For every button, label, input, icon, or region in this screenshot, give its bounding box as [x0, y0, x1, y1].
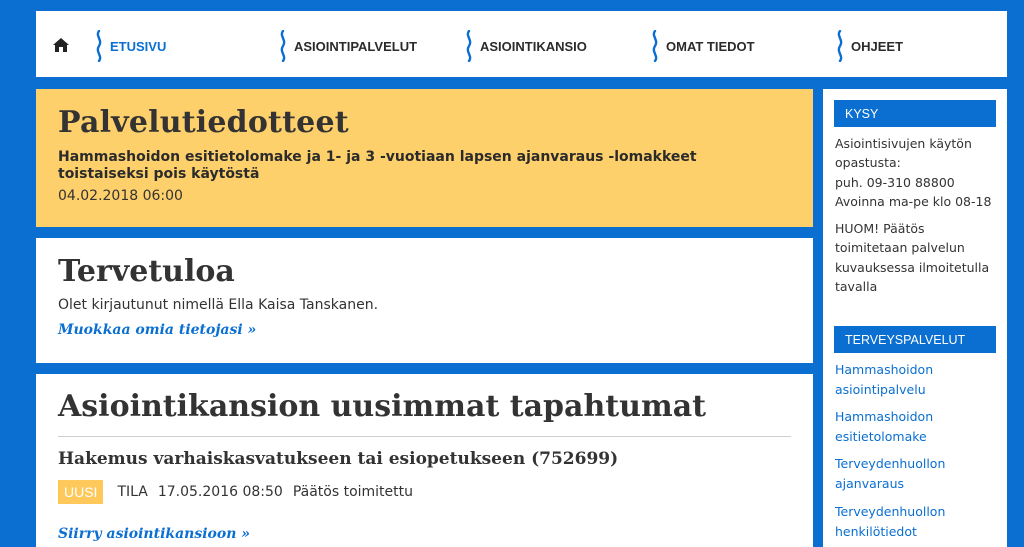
dental-form-link[interactable]: Hammashoidon esitietolomake: [835, 407, 1003, 446]
logged-in-text: Olet kirjautunut nimellä Ella Kaisa Tans…: [58, 297, 379, 313]
event-date: 17.05.2016 08:50: [157, 484, 283, 500]
nav-label: ASIOINTIPALVELUT: [294, 38, 418, 54]
health-services-heading: TERVEYSPALVELUT: [834, 326, 996, 353]
wave-divider-icon: [466, 30, 472, 62]
event-status: Päätös toimitettu: [292, 484, 414, 500]
wave-divider-icon: [280, 30, 286, 62]
events-title: Asiointikansion uusimmat tapahtumat: [58, 389, 706, 424]
divider: [58, 436, 791, 437]
nav-label: OMAT TIEDOT: [666, 38, 755, 54]
ask-line: Avoinna ma-pe klo 08-18: [835, 193, 992, 209]
new-badge: UUSI: [58, 480, 104, 504]
link-line: ajanvaraus: [835, 475, 905, 491]
notice-timestamp: 04.02.2018 06:00: [58, 188, 183, 204]
ask-note: HUOM! Päätös toimitetaan palvelun kuvauk…: [835, 219, 1003, 296]
wave-divider-icon: [652, 30, 658, 62]
ask-line: opastusta:: [835, 155, 901, 171]
nav-label: OHJEET: [851, 38, 904, 54]
note-line: kuvauksessa ilmoitetulla: [835, 259, 990, 275]
nav-item-ohjeet[interactable]: OHJEET: [835, 30, 903, 62]
link-line: Hammashoidon: [835, 362, 934, 377]
nav-label: ETUSIVU: [110, 38, 167, 54]
ask-heading: KYSY: [834, 100, 996, 127]
link-line: esitietolomake: [835, 428, 927, 444]
nav-item-asiointipalvelut[interactable]: ASIOINTIPALVELUT: [278, 30, 417, 62]
note-line: HUOM! Päätös: [835, 221, 925, 236]
notice-headline: Hammashoidon esitietolomake ja 1- ja 3 -…: [58, 149, 697, 182]
wave-divider-icon: [96, 30, 102, 62]
link-line: asiointipalvelu: [835, 381, 926, 397]
nav-item-etusivu[interactable]: ETUSIVU: [94, 30, 166, 62]
link-line: Hammashoidon: [835, 409, 934, 424]
nav-item-asiointikansio[interactable]: ASIOINTIKANSIO: [464, 30, 587, 62]
event-status-row: UUSI TILA 17.05.2016 08:50 Päätös toimit…: [58, 480, 413, 504]
notice-title: Palvelutiedotteet: [58, 105, 349, 140]
top-navigation: ETUSIVU ASIOINTIPALVELUT ASIOINTIKANSIO …: [36, 11, 1007, 77]
nav-item-omat-tiedot[interactable]: OMAT TIEDOT: [650, 30, 755, 62]
wave-divider-icon: [837, 30, 843, 62]
note-line: toimitetaan palvelun: [835, 240, 965, 256]
welcome-panel: Tervetuloa Olet kirjautunut nimellä Ella…: [36, 238, 813, 363]
sidebar: KYSY Asiointisivujen käytön opastusta: p…: [823, 89, 1007, 547]
ask-line: Asiointisivujen käytön: [835, 136, 972, 151]
ask-line: puh. 09-310 88800: [835, 174, 955, 190]
status-label: TILA: [117, 484, 148, 500]
welcome-title: Tervetuloa: [58, 254, 235, 289]
health-personal-info-link[interactable]: Terveydenhuollon henkilötiedot: [835, 502, 1003, 541]
ask-info: Asiointisivujen käytön opastusta: puh. 0…: [835, 134, 1003, 211]
nav-label: ASIOINTIKANSIO: [480, 38, 587, 54]
link-line: Terveydenhuollon: [835, 456, 946, 471]
link-line: henkilötiedot: [835, 523, 917, 539]
health-appointment-link[interactable]: Terveydenhuollon ajanvaraus: [835, 454, 1003, 493]
link-line: Terveydenhuollon: [835, 504, 946, 519]
event-item-title[interactable]: Hakemus varhaiskasvatukseen tai esiopetu…: [58, 449, 618, 469]
edit-profile-link[interactable]: Muokkaa omia tietojasi »: [58, 322, 256, 338]
go-to-folder-link[interactable]: Siirry asiointikansioon »: [58, 526, 250, 542]
dental-service-link[interactable]: Hammashoidon asiointipalvelu: [835, 360, 1003, 399]
home-icon[interactable]: [52, 37, 70, 53]
note-line: tavalla: [835, 278, 878, 294]
latest-events-panel: Asiointikansion uusimmat tapahtumat Hake…: [36, 374, 813, 547]
service-notice-panel: Palvelutiedotteet Hammashoidon esitietol…: [36, 89, 813, 227]
